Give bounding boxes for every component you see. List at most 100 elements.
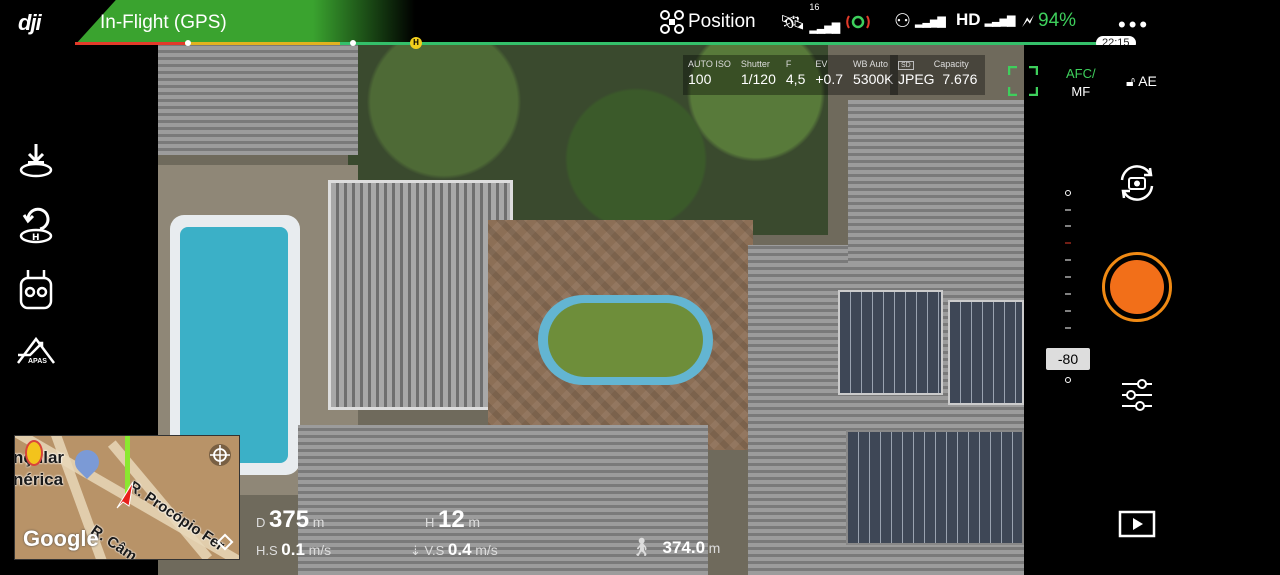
- iso-value: 100: [688, 71, 712, 87]
- home-marker-icon: H: [410, 37, 422, 49]
- roof-top-right: [848, 100, 1024, 265]
- shutter-label: Shutter: [740, 59, 770, 69]
- gps-count: 16: [809, 1, 820, 12]
- shutter-param: Shutter 1/120: [736, 55, 781, 95]
- altitude-readout: 🚶︎ 374.0 m: [630, 537, 720, 558]
- storage-panel[interactable]: SD Capacity JPEG 7.676: [890, 55, 986, 95]
- down-arrow-icon: ⇣: [410, 543, 421, 558]
- remote-controller-button[interactable]: [14, 268, 58, 312]
- focus-mode-toggle[interactable]: AFC/ MF: [1066, 65, 1096, 101]
- pool-left: [180, 227, 288, 463]
- map-pin-icon: [25, 440, 43, 466]
- lock-open-icon: 🔓︎: [1126, 73, 1136, 89]
- gps-status[interactable]: 🛰 16 ▂▃▅▇: [780, 2, 840, 35]
- ae-label: AE: [1138, 73, 1157, 89]
- apas-icon: [17, 336, 55, 364]
- signal-bars-icon: ▂▃▅▇: [809, 21, 840, 34]
- solar-panel: [846, 430, 1024, 545]
- drone-icon: [660, 10, 684, 34]
- aircraft-arrow-icon: [116, 481, 134, 509]
- afc-label: AFC/: [1066, 66, 1096, 81]
- signal-bars-icon: ▂▃▅▇: [915, 16, 946, 28]
- rc-signal-status[interactable]: ⚇ ▂▃▅▇: [894, 10, 946, 33]
- marker-dot: [185, 40, 191, 46]
- distance-label: D: [256, 515, 266, 530]
- altitude-value: 374.0: [662, 538, 706, 557]
- battery-icon: 🗲: [1022, 10, 1034, 31]
- hs-label: H.S: [256, 543, 278, 558]
- map-label: nérica: [14, 470, 64, 489]
- satellite-icon: 🛰: [780, 12, 806, 34]
- status-bar: dji In-Flight (GPS) Position 🛰 16 ▂▃▅▇ ⚇…: [0, 0, 1280, 50]
- mini-map[interactable]: nçular nérica R. Procópio Fer R. Câm Goo…: [14, 435, 240, 560]
- solar-panel: [838, 290, 943, 395]
- auto-takeoff-icon: [19, 144, 53, 178]
- vertical-speed-readout: ⇣ V.S 0.4 m/s: [410, 540, 498, 560]
- map-center-icon[interactable]: [207, 442, 233, 468]
- obstacle-sensing-status[interactable]: [846, 10, 870, 34]
- horizontal-speed-readout: H.S 0.1 m/s: [256, 540, 331, 560]
- vs-unit: m/s: [475, 542, 498, 558]
- critical-segment: [75, 42, 185, 45]
- battery-status[interactable]: 🗲 94%: [1022, 10, 1076, 32]
- ev-value: +0.7: [815, 71, 843, 87]
- pool-center: [548, 303, 703, 377]
- battery-time-bar: H: [75, 37, 1105, 49]
- capacity-value: 7.676: [942, 71, 978, 87]
- height-readout: H 12 m: [425, 506, 480, 534]
- camera-settings-icon[interactable]: [1118, 376, 1156, 414]
- ae-lock-toggle[interactable]: 🔓︎ AE: [1126, 73, 1157, 90]
- video-signal-status[interactable]: HD ▂▃▅▇: [956, 10, 1016, 30]
- more-menu-button[interactable]: •••: [1118, 12, 1150, 38]
- svg-text:H: H: [32, 233, 40, 243]
- playback-icon[interactable]: [1118, 510, 1156, 538]
- apas-label: APAS: [28, 358, 47, 365]
- focus-frame-icon[interactable]: [1008, 66, 1038, 96]
- shutter-value: 1/120: [740, 71, 776, 87]
- hd-label: HD: [956, 10, 981, 29]
- gimbal-pitch-value: -80: [1046, 348, 1090, 370]
- shutter-button[interactable]: [1102, 252, 1172, 322]
- apas-button[interactable]: APAS: [14, 333, 58, 377]
- ev-param: EV +0.7: [810, 55, 848, 95]
- camera-feed[interactable]: [158, 45, 1024, 575]
- remote-controller-icon: ⚇: [894, 11, 912, 32]
- distance-value: 375: [269, 506, 310, 533]
- roof-middle: [328, 180, 513, 410]
- height-value: 12: [438, 506, 465, 533]
- wb-value: 5300K: [853, 71, 894, 87]
- camera-switch-icon[interactable]: [1114, 160, 1160, 206]
- iso-param: AUTO ISO 100: [683, 55, 736, 95]
- google-logo: Google: [23, 526, 99, 551]
- position-label: Position: [688, 11, 756, 32]
- auto-takeoff-button[interactable]: [14, 140, 58, 184]
- sd-card-icon: SD: [898, 61, 914, 70]
- more-dots-icon: •••: [1118, 12, 1151, 37]
- signal-bars-icon: ▂▃▅▇: [984, 14, 1016, 27]
- altitude-person-icon: 🚶︎: [630, 537, 653, 557]
- flight-mode-label[interactable]: In-Flight (GPS): [100, 12, 227, 34]
- vs-label: V.S: [424, 543, 445, 558]
- return-home-icon: H: [19, 207, 53, 244]
- ev-label: EV: [815, 59, 828, 69]
- flight-position-mode[interactable]: Position: [660, 10, 756, 34]
- distance-unit: m: [312, 514, 325, 530]
- return-home-button[interactable]: H: [14, 205, 58, 249]
- obstacle-sensor-icon: [846, 15, 870, 29]
- map-label: R. Procópio Fer: [125, 478, 228, 555]
- wb-label: WB Auto: [853, 59, 889, 69]
- low-segment: [185, 42, 340, 45]
- aperture-value: 4,5: [785, 71, 806, 87]
- dji-logo: dji: [18, 10, 42, 35]
- altitude-unit: m: [708, 540, 721, 556]
- marker-dot: [350, 40, 356, 46]
- format-value: JPEG: [898, 71, 935, 87]
- vs-value: 0.4: [447, 540, 472, 559]
- camera-params-panel[interactable]: AUTO ISO 100 Shutter 1/120 F 4,5 EV +0.7 WB …: [683, 55, 899, 95]
- iso-label: AUTO ISO: [688, 59, 731, 69]
- shutter-inner: [1110, 260, 1164, 314]
- aperture-param: F 4,5: [781, 55, 810, 95]
- remote-controller-icon: [19, 270, 53, 310]
- roof-top-left: [158, 45, 358, 155]
- solar-panel: [948, 300, 1024, 405]
